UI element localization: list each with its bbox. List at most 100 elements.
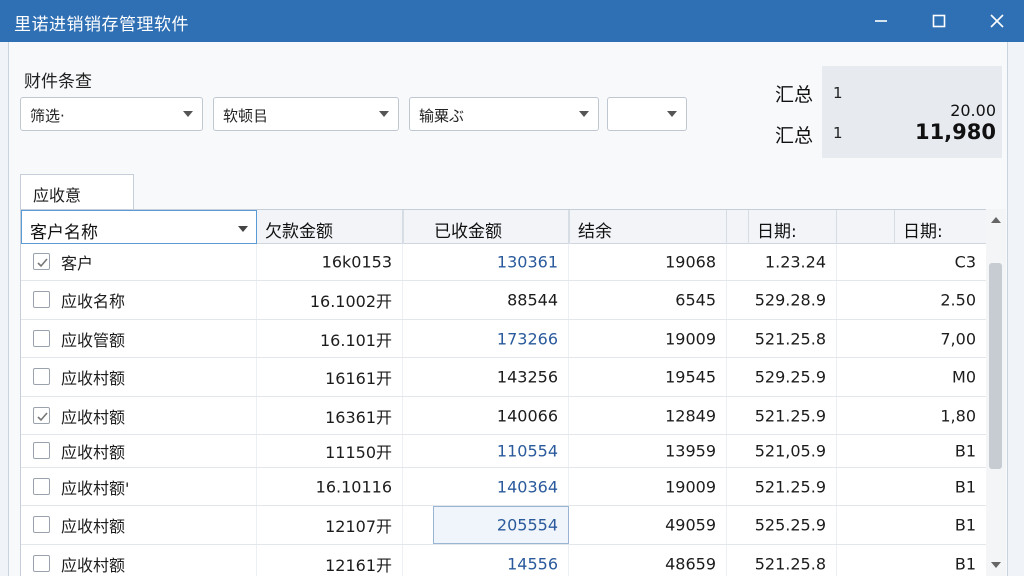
table-row[interactable]: 客户 16k0153 130361 19068 1.23.24 C3 — [21, 244, 986, 281]
filter-combo-4[interactable] — [607, 97, 687, 131]
cell-customer-name: 应收村额 — [21, 358, 257, 396]
cell-received: 14556 — [433, 545, 569, 576]
summary-count-2: 1 — [833, 124, 843, 142]
chevron-down-icon — [183, 111, 193, 117]
cell-date: 521.25.9 — [749, 468, 837, 505]
cell-date-2: B1 — [895, 545, 986, 576]
row-checkbox[interactable] — [33, 368, 50, 385]
cell-date: 529.28.9 — [749, 281, 837, 319]
chevron-down-icon — [667, 111, 677, 117]
row-checkbox[interactable] — [33, 477, 50, 495]
cell-balance: 49059 — [599, 506, 727, 544]
filter-combo-1[interactable]: 筛选· — [20, 97, 203, 131]
table-row[interactable]: 应收村额 16361开 140066 12849 521.25.9 1,80 — [21, 397, 986, 435]
row-checkbox[interactable] — [33, 442, 50, 459]
cell-customer-name: 应收村额' — [21, 468, 257, 505]
row-checkbox[interactable] — [33, 291, 50, 308]
summary-value-2: 11,980 — [914, 120, 996, 144]
column-header-date-1[interactable]: 日期: — [749, 210, 837, 244]
close-button[interactable] — [974, 0, 1020, 42]
table-row[interactable]: 应收管额 16.101开 173266 19009 521.25.8 7,00 — [21, 320, 986, 358]
cell-received: 88544 — [433, 281, 569, 319]
scroll-thumb[interactable] — [989, 263, 1002, 469]
cell-date-2: B1 — [895, 468, 986, 505]
row-checkbox[interactable] — [33, 253, 50, 270]
cell-date: 521.25.9 — [749, 397, 837, 434]
filter-combo-2[interactable]: 软顿㠯 — [213, 97, 399, 131]
row-checkbox[interactable] — [33, 516, 50, 533]
summary-count-1: 1 — [833, 84, 843, 102]
cell-balance: 12849 — [599, 397, 727, 434]
cell-date-2: M0 — [895, 358, 986, 396]
title-bar: 里诺进销销存管理软件 — [0, 0, 1024, 42]
cell-balance: 6545 — [599, 281, 727, 319]
filter-combo-3[interactable]: 输粟ぶ — [409, 97, 599, 131]
cell-customer-name: 应收村额 — [21, 545, 257, 576]
summary-label-1: 汇总 — [775, 84, 814, 106]
cell-customer-name: 应收村额 — [21, 397, 257, 434]
row-checkbox[interactable] — [33, 329, 50, 347]
table-row[interactable]: 应收村额 11150开 110554 13959 521,05.9 B1 — [21, 435, 986, 468]
filter-combo-3-value: 输粟ぶ — [419, 107, 465, 125]
summary-value-1: 20.00 — [950, 101, 996, 120]
checkmark-icon — [37, 258, 48, 268]
cell-date-2: 2.50 — [895, 281, 986, 319]
column-header-received[interactable]: 已收金额 — [403, 210, 569, 244]
cell-date-2: B1 — [895, 506, 986, 544]
row-checkbox[interactable] — [33, 555, 50, 572]
cell-received: 143256 — [433, 358, 569, 396]
minimize-button[interactable] — [858, 0, 904, 42]
cell-received: 140364 — [433, 468, 569, 505]
cell-date: 1.23.24 — [749, 244, 837, 280]
cell-customer-name: 客户 — [21, 244, 257, 280]
cell-received: 110554 — [433, 435, 569, 467]
cell-balance: 13959 — [599, 435, 727, 467]
window-title: 里诺进销销存管理软件 — [14, 15, 189, 35]
cell-balance: 19068 — [599, 244, 727, 280]
cell-balance: 19009 — [599, 468, 727, 505]
table-row[interactable]: 应收村额 12107开 205554 49059 525.25.9 B1 — [21, 506, 986, 545]
cell-date: 521,05.9 — [749, 435, 837, 467]
summary-label-2: 汇总 — [775, 125, 814, 147]
vertical-scrollbar[interactable] — [986, 209, 1006, 576]
tab-receivables[interactable]: 应收意 — [20, 174, 134, 210]
cell-owed: 16k0153 — [257, 244, 403, 280]
filter-section-label: 财件条查 — [24, 72, 92, 92]
row-checkbox[interactable] — [33, 406, 50, 424]
cell-balance: 19545 — [599, 358, 727, 396]
table-row[interactable]: 应收村额' 16.10116 140364 19009 521.25.9 B1 — [21, 468, 986, 506]
table-row[interactable]: 应收村额 12161开 14556 48659 521.25.8 B1 — [21, 545, 986, 576]
column-header-customer[interactable]: 客户名称 — [21, 210, 257, 244]
chevron-down-icon — [238, 226, 248, 232]
cell-balance: 19009 — [599, 320, 727, 357]
column-header-balance[interactable]: 结余 — [569, 210, 727, 244]
cell-date: 529.25.9 — [749, 358, 837, 396]
cell-customer-name: 应收名称 — [21, 281, 257, 319]
table-row[interactable]: 应收村额 16161开 143256 19545 529.25.9 M0 — [21, 358, 986, 397]
minimize-icon — [875, 20, 887, 22]
table-row[interactable]: 应收名称 16.1002开 88544 6545 529.28.9 2.50 — [21, 281, 986, 320]
column-header-date-2[interactable]: 日期: — [895, 210, 986, 244]
cell-received: 173266 — [433, 320, 569, 357]
cell-date-2: C3 — [895, 244, 986, 280]
tab-receivables-label: 应收意 — [33, 186, 82, 205]
filter-combo-2-value: 软顿㠯 — [223, 107, 269, 125]
column-header-owed[interactable]: 欠款金额 — [257, 210, 403, 244]
cell-owed: 16.1002开 — [257, 281, 403, 319]
cell-date-2: 7,00 — [895, 320, 986, 357]
cell-received: 205554 — [433, 506, 569, 544]
maximize-button[interactable] — [916, 0, 962, 42]
cell-date: 521.25.8 — [749, 545, 837, 576]
column-header-spacer — [837, 210, 895, 244]
cell-owed: 16361开 — [257, 397, 403, 434]
chevron-down-icon — [379, 111, 389, 117]
cell-received: 140066 — [433, 397, 569, 434]
cell-received: 130361 — [433, 244, 569, 280]
data-grid: 客户名称 欠款金额 已收金额 结余 日期: 日期: 客户 16k0153 13036… — [20, 209, 986, 576]
scroll-up-icon[interactable] — [991, 217, 1001, 223]
cell-customer-name: 应收村额 — [21, 435, 257, 467]
cell-date-2: B1 — [895, 435, 986, 467]
cell-customer-name: 应收管额 — [21, 320, 257, 357]
cell-owed: 16.10116 — [257, 468, 403, 505]
scroll-down-icon[interactable] — [991, 562, 1001, 568]
